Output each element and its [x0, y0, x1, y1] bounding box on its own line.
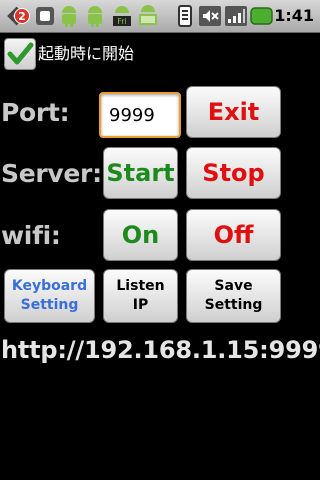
checkmark-icon [7, 42, 34, 65]
android-icon: Fri [113, 6, 131, 26]
signal-icon [225, 6, 247, 26]
status-bar: 2 Fri 1:41 [0, 0, 320, 33]
stop-button-label: Stop [202, 159, 265, 187]
server-label: Server: [1, 159, 102, 188]
wifi-icon [178, 5, 192, 27]
autostart-label: 起動時に開始 [38, 44, 135, 63]
wifi-off-button[interactable]: Off [186, 209, 281, 261]
exit-button-label: Exit [207, 98, 260, 126]
stop-button[interactable]: Stop [186, 147, 281, 199]
battery-icon [250, 7, 273, 25]
listen-ip-button[interactable]: Listen IP [103, 269, 178, 323]
svg-text:Fri: Fri [117, 17, 127, 26]
autostart-checkbox[interactable] [4, 38, 36, 70]
port-input[interactable] [99, 92, 181, 138]
keyboard-setting-label: Keyboard Setting [11, 278, 88, 313]
notification-count-badge: 2 [14, 8, 30, 24]
android-icon [88, 6, 102, 27]
wifi-label: wifi: [1, 221, 61, 250]
wifi-on-button-label: On [121, 221, 160, 249]
save-setting-label: Save Setting [204, 278, 263, 313]
app-icon [36, 7, 54, 25]
port-label: Port: [1, 98, 70, 127]
keyboard-setting-button[interactable]: Keyboard Setting [4, 269, 95, 323]
wifi-on-button[interactable]: On [103, 209, 178, 261]
clock: 1:41 [274, 6, 314, 25]
server-url: http://192.168.1.15:9999 [1, 336, 320, 364]
save-setting-button[interactable]: Save Setting [186, 269, 281, 323]
mute-icon [199, 6, 221, 26]
android-icon [62, 6, 76, 27]
start-button[interactable]: Start [103, 147, 178, 199]
start-button-label: Start [106, 159, 175, 187]
listen-ip-label: Listen IP [116, 278, 165, 313]
exit-button[interactable]: Exit [186, 86, 281, 138]
wifi-off-button-label: Off [213, 221, 254, 249]
keyboard-icon [139, 5, 157, 25]
